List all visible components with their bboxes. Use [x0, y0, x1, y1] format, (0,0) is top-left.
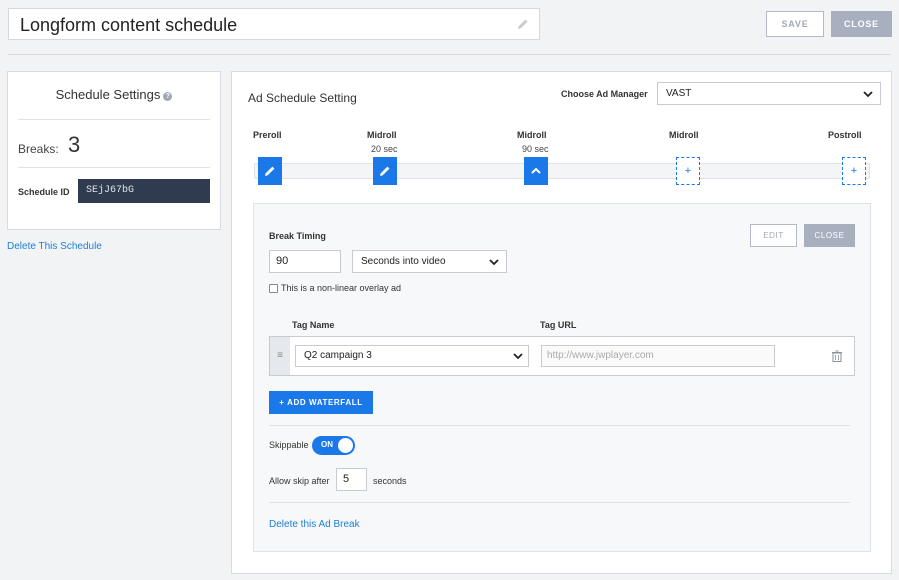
timeline-sub-midroll-1: 20 sec — [371, 144, 398, 154]
pencil-icon — [380, 166, 390, 176]
overlay-ad-label: This is a non-linear overlay ad — [281, 283, 402, 293]
tag-name-value: Q2 campaign 3 — [304, 350, 372, 361]
timing-unit-value: Seconds into video — [361, 256, 446, 267]
help-icon[interactable]: ? — [163, 92, 173, 101]
save-button[interactable]: SAVE — [766, 11, 824, 37]
timeline-sub-midroll-2: 90 sec — [522, 144, 549, 154]
chevron-up-icon — [531, 167, 541, 174]
delete-ad-break-link[interactable]: Delete this Ad Break — [269, 519, 360, 530]
ad-manager-value: VAST — [666, 88, 692, 99]
seconds-label: seconds — [373, 476, 407, 486]
chevron-down-icon — [863, 91, 873, 98]
ad-schedule-title: Ad Schedule Setting — [248, 91, 357, 105]
allow-skip-label: Allow skip after — [269, 476, 330, 486]
divider — [18, 119, 210, 120]
break-timing-title: Break Timing — [269, 231, 326, 241]
timeline-label-preroll: Preroll — [253, 130, 282, 140]
close-break-button[interactable]: CLOSE — [804, 224, 855, 247]
schedule-id-value[interactable]: SEjJ67bG — [78, 179, 210, 203]
schedule-name-field[interactable]: Longform content schedule — [8, 8, 540, 40]
breaks-label: Breaks: — [18, 142, 59, 156]
overlay-ad-checkbox[interactable] — [269, 284, 278, 293]
drag-handle-icon[interactable]: ≡ — [270, 337, 290, 375]
header-divider — [8, 54, 891, 55]
break-detail-panel: Break Timing EDIT CLOSE 90 Seconds into … — [253, 203, 871, 552]
ad-schedule-panel: Ad Schedule Setting Choose Ad Manager VA… — [231, 71, 892, 574]
edit-break-button[interactable]: EDIT — [750, 224, 797, 247]
timeline-label-midroll-1: Midroll — [367, 130, 397, 140]
ad-manager-select[interactable]: VAST — [657, 82, 881, 105]
timeline-label-midroll-3: Midroll — [669, 130, 699, 140]
ad-manager-label: Choose Ad Manager — [561, 89, 648, 99]
skippable-label: Skippable — [269, 440, 309, 450]
timing-unit-select[interactable]: Seconds into video — [352, 250, 507, 273]
divider — [269, 425, 850, 426]
chevron-down-icon — [513, 353, 523, 360]
timeline-label-postroll: Postroll — [828, 130, 862, 140]
tag-url-input[interactable]: http://www.jwplayer.com — [541, 345, 775, 367]
schedule-id-label: Schedule ID — [18, 187, 70, 197]
schedule-settings-heading: Schedule Settings? — [8, 87, 220, 102]
schedule-name-text: Longform content schedule — [20, 15, 238, 35]
allow-skip-input[interactable]: 5 — [336, 468, 367, 491]
add-midroll-button[interactable]: + — [676, 157, 700, 185]
pencil-icon[interactable] — [517, 18, 529, 30]
pencil-icon — [265, 166, 275, 176]
tag-url-header: Tag URL — [540, 320, 577, 330]
edit-preroll-button[interactable] — [258, 157, 282, 185]
tag-name-select[interactable]: Q2 campaign 3 — [295, 345, 529, 367]
timeline-track — [254, 163, 870, 179]
add-waterfall-button[interactable]: + ADD WATERFALL — [269, 391, 373, 414]
add-postroll-button[interactable]: + — [842, 157, 866, 185]
delete-schedule-link[interactable]: Delete This Schedule — [7, 241, 102, 252]
tag-name-header: Tag Name — [292, 320, 335, 330]
divider — [269, 502, 850, 503]
edit-midroll-1-button[interactable] — [373, 157, 397, 185]
chevron-down-icon — [489, 259, 499, 266]
toggle-knob — [338, 438, 353, 453]
schedule-settings-panel: Schedule Settings? Breaks: 3 Schedule ID… — [7, 71, 221, 230]
close-button[interactable]: CLOSE — [831, 11, 892, 37]
divider — [18, 167, 210, 168]
breaks-count: 3 — [68, 132, 81, 157]
break-timing-input[interactable]: 90 — [269, 250, 341, 273]
toggle-state-text: ON — [321, 440, 333, 449]
skippable-toggle[interactable]: ON — [312, 436, 355, 455]
collapse-midroll-2-button[interactable] — [524, 157, 548, 185]
trash-icon[interactable] — [831, 350, 843, 362]
schedule-settings-title: Schedule Settings — [55, 87, 161, 102]
timeline-label-midroll-2: Midroll — [517, 130, 547, 140]
tag-row: ≡ Q2 campaign 3 http://www.jwplayer.com — [269, 336, 855, 376]
